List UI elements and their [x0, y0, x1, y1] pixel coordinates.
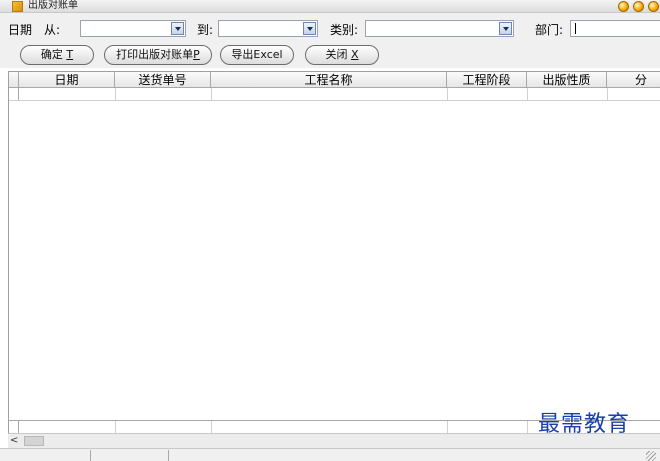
- dropdown-arrow-icon[interactable]: [171, 22, 184, 35]
- footer-row-indicator: [9, 421, 19, 433]
- export-excel-button[interactable]: 导出Excel: [220, 45, 294, 65]
- close-icon[interactable]: [648, 1, 659, 12]
- maximize-icon[interactable]: [633, 1, 644, 12]
- close-button[interactable]: 关闭 X: [305, 45, 379, 65]
- to-label: 到:: [197, 23, 214, 37]
- scroll-left-icon[interactable]: <: [10, 435, 18, 447]
- status-divider: [90, 450, 91, 461]
- scrollbar-thumb[interactable]: [24, 436, 44, 446]
- row-indicator[interactable]: [9, 88, 19, 100]
- column-header-project-name[interactable]: 工程名称: [211, 72, 447, 88]
- statement-table[interactable]: 日期 送货单号 工程名称 工程阶段 出版性质 分: [8, 71, 660, 433]
- department-label: 部门:: [535, 23, 564, 37]
- to-date-combo[interactable]: [218, 20, 318, 37]
- minimize-icon[interactable]: [618, 1, 629, 12]
- cell-divider: [447, 88, 448, 100]
- title-bar[interactable]: 出版对账单: [0, 0, 660, 13]
- dropdown-arrow-icon[interactable]: [499, 22, 512, 35]
- column-header-project-stage[interactable]: 工程阶段: [447, 72, 527, 88]
- status-divider: [168, 450, 169, 461]
- from-date-combo[interactable]: [80, 20, 186, 37]
- print-statement-button[interactable]: 打印出版对账单P: [104, 45, 212, 65]
- dropdown-arrow-icon[interactable]: [303, 22, 316, 35]
- column-header-extra[interactable]: 分: [607, 72, 660, 88]
- filter-toolbar: 日期 从: 到: 类别: 部门: 确定 T 打印出版对账单P 导出Excel 关…: [0, 13, 660, 68]
- text-caret: [575, 23, 576, 34]
- window-title: 出版对账单: [28, 0, 78, 11]
- cell-divider: [447, 421, 448, 433]
- table-header: 日期 送货单号 工程名称 工程阶段 出版性质 分: [9, 72, 660, 88]
- column-header-delivery-no[interactable]: 送货单号: [115, 72, 211, 88]
- cell-divider: [607, 88, 608, 100]
- row-indicator-header: [9, 72, 19, 88]
- table-row-separator: [9, 100, 660, 101]
- category-combo[interactable]: [365, 20, 514, 37]
- cell-divider: [527, 421, 528, 433]
- cell-divider: [115, 421, 116, 433]
- date-label: 日期: [8, 23, 33, 37]
- cell-divider: [211, 421, 212, 433]
- category-label: 类别:: [330, 23, 359, 37]
- column-header-publish-type[interactable]: 出版性质: [527, 72, 607, 88]
- confirm-button[interactable]: 确定 T: [20, 45, 94, 65]
- column-header-date[interactable]: 日期: [19, 72, 115, 88]
- cell-divider: [115, 88, 116, 100]
- status-bar: [0, 448, 660, 461]
- app-icon: [12, 1, 23, 12]
- watermark-text: 最需教育: [538, 412, 631, 437]
- cell-divider: [211, 88, 212, 100]
- from-label: 从:: [44, 23, 61, 37]
- resize-grip-icon[interactable]: [646, 451, 656, 461]
- cell-divider: [527, 88, 528, 100]
- department-input[interactable]: [570, 20, 660, 37]
